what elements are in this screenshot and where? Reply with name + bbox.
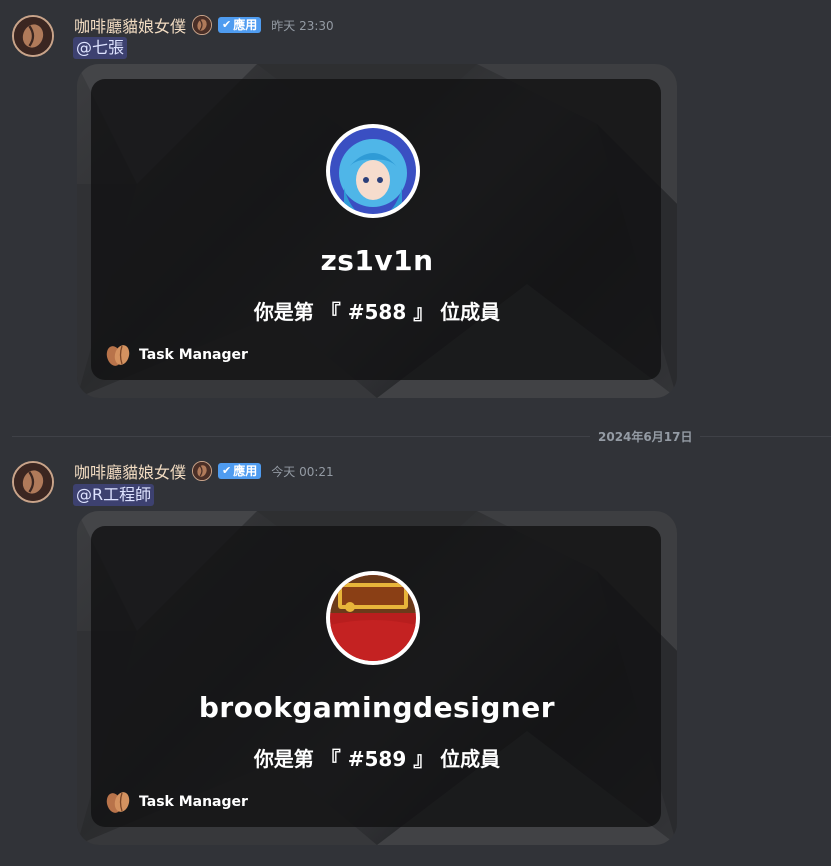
user-mention[interactable]: @七張 — [73, 37, 128, 59]
date-divider — [12, 436, 831, 437]
coffee-bean-icon — [14, 463, 52, 501]
app-badge: ✔ 應用 — [218, 463, 262, 479]
author-name[interactable]: 咖啡廳貓娘女僕 — [74, 459, 186, 483]
message: 咖啡廳貓娘女僕 ✔ 應用 今天 00:21 @R工程師 brookgamingd… — [0, 447, 831, 866]
welcome-card[interactable]: zs1v1n 你是第 『 #588 』 位成員 Task Manager — [77, 64, 677, 398]
coffee-bean-icon — [106, 345, 130, 366]
card-footer: Task Manager — [105, 789, 248, 815]
coffee-bean-icon — [106, 792, 130, 813]
check-icon: ✔ — [222, 464, 232, 477]
message: 咖啡廳貓娘女僕 ✔ 應用 昨天 23:30 @七張 zs1v1n 你是第 『 #… — [0, 0, 831, 410]
bot-avatar[interactable] — [12, 461, 54, 503]
bot-avatar[interactable] — [12, 15, 54, 57]
welcome-card[interactable]: brookgamingdesigner 你是第 『 #589 』 位成員 Tas… — [77, 511, 677, 845]
role-icon — [192, 461, 213, 481]
coffee-bean-icon — [14, 17, 52, 55]
user-avatar — [326, 124, 420, 218]
app-badge-label: 應用 — [233, 464, 258, 478]
user-avatar — [326, 571, 420, 665]
timestamp[interactable]: 昨天 23:30 — [271, 17, 333, 34]
date-divider-label: 2024年6月17日 — [590, 428, 701, 445]
app-badge-label: 應用 — [233, 18, 258, 32]
role-icon — [192, 15, 213, 35]
card-footer: Task Manager — [105, 342, 248, 368]
member-count-text: 你是第 『 #588 』 位成員 — [253, 300, 501, 324]
member-count-text: 你是第 『 #589 』 位成員 — [253, 747, 501, 771]
footer-label: Task Manager — [139, 794, 248, 810]
author-name[interactable]: 咖啡廳貓娘女僕 — [74, 13, 186, 37]
footer-label: Task Manager — [139, 347, 248, 363]
user-mention[interactable]: @R工程師 — [73, 484, 155, 506]
member-username: brookgamingdesigner — [198, 691, 556, 724]
app-badge: ✔ 應用 — [218, 17, 262, 33]
check-icon: ✔ — [222, 18, 232, 31]
timestamp[interactable]: 今天 00:21 — [271, 463, 333, 480]
member-username: zs1v1n — [320, 244, 434, 277]
